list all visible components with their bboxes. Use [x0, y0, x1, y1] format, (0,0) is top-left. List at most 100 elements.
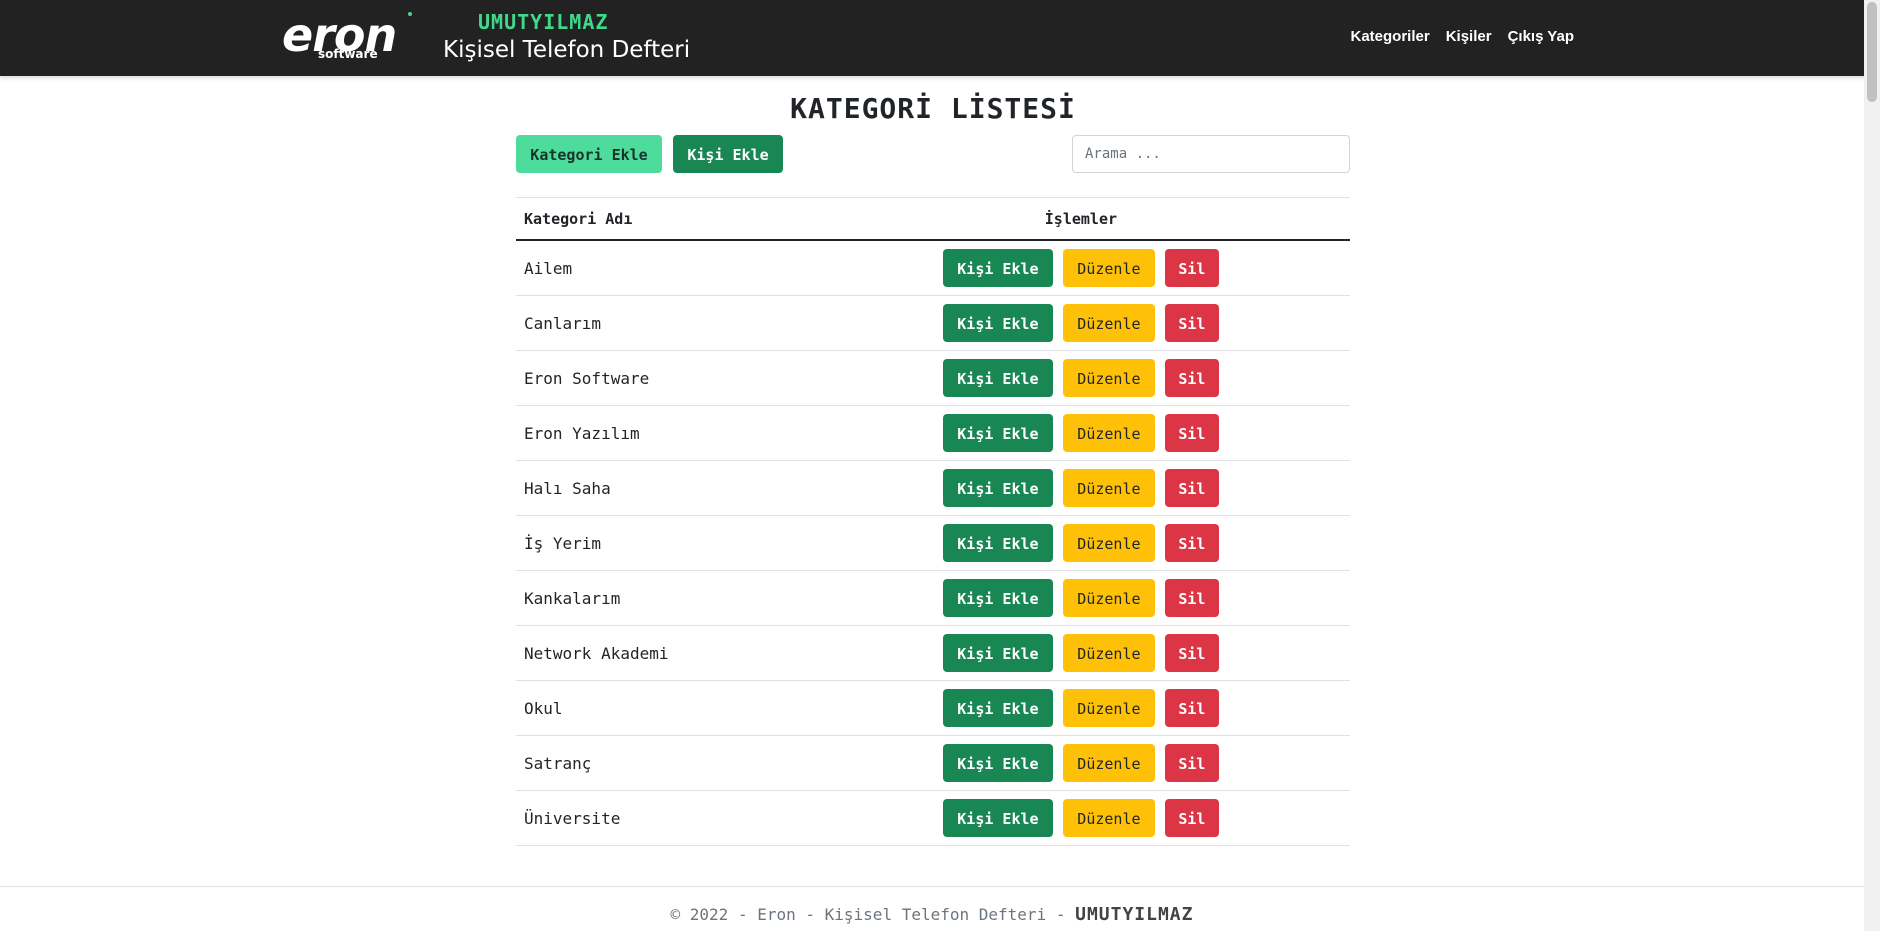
category-name: Ailem: [516, 240, 812, 296]
row-delete-button[interactable]: Sil: [1164, 249, 1219, 287]
row-actions: Kişi Ekle Düzenle Sil: [811, 570, 1350, 626]
row-actions-group: Kişi Ekle Düzenle Sil: [820, 249, 1342, 287]
row-actions-group: Kişi Ekle Düzenle Sil: [820, 799, 1342, 837]
row-edit-button[interactable]: Düzenle: [1062, 414, 1155, 452]
row-delete-button[interactable]: Sil: [1164, 359, 1219, 397]
search-input[interactable]: [1072, 135, 1350, 173]
nav-links: Kategoriler Kişiler Çıkış Yap: [1351, 26, 1575, 48]
app-title: Kişisel Telefon Defteri: [443, 37, 691, 63]
row-delete-button[interactable]: Sil: [1164, 634, 1219, 672]
footer-author: UMUTYILMAZ: [1075, 904, 1194, 925]
row-actions: Kişi Ekle Düzenle Sil: [811, 350, 1350, 406]
row-actions-group: Kişi Ekle Düzenle Sil: [820, 304, 1342, 342]
category-name: Üniversite: [516, 790, 812, 846]
table-row: Kankalarım Kişi Ekle Düzenle Sil: [516, 570, 1350, 626]
row-add-person-button[interactable]: Kişi Ekle: [942, 524, 1053, 562]
footer-copyright: © 2022 - Eron - Kişisel Telefon Defteri …: [670, 905, 1066, 924]
row-edit-button[interactable]: Düzenle: [1062, 304, 1155, 342]
add-person-button[interactable]: Kişi Ekle: [673, 135, 783, 173]
row-edit-button[interactable]: Düzenle: [1062, 359, 1155, 397]
category-name: Okul: [516, 680, 812, 736]
category-name: Satranç: [516, 735, 812, 791]
row-add-person-button[interactable]: Kişi Ekle: [942, 579, 1053, 617]
row-edit-button[interactable]: Düzenle: [1062, 249, 1155, 287]
category-table: Kategori Adı İşlemler Ailem Kişi Ekle Düze…: [516, 197, 1350, 846]
scrollbar-thumb[interactable]: [1867, 2, 1877, 102]
row-add-person-button[interactable]: Kişi Ekle: [942, 249, 1053, 287]
row-actions: Kişi Ekle Düzenle Sil: [811, 790, 1350, 846]
row-edit-button[interactable]: Düzenle: [1062, 579, 1155, 617]
row-delete-button[interactable]: Sil: [1164, 799, 1219, 837]
row-actions: Kişi Ekle Düzenle Sil: [811, 625, 1350, 681]
table-row: Network Akademi Kişi Ekle Düzenle Sil: [516, 625, 1350, 681]
row-actions-group: Kişi Ekle Düzenle Sil: [820, 524, 1342, 562]
footer: © 2022 - Eron - Kişisel Telefon Defteri …: [0, 886, 1864, 932]
row-actions: Kişi Ekle Düzenle Sil: [811, 295, 1350, 351]
row-delete-button[interactable]: Sil: [1164, 469, 1219, 507]
table-row: Eron Software Kişi Ekle Düzenle Sil: [516, 350, 1350, 406]
category-name: Canlarım: [516, 295, 812, 351]
row-edit-button[interactable]: Düzenle: [1062, 689, 1155, 727]
row-add-person-button[interactable]: Kişi Ekle: [942, 469, 1053, 507]
table-row: Ailem Kişi Ekle Düzenle Sil: [516, 240, 1350, 296]
category-name: Network Akademi: [516, 625, 812, 681]
row-add-person-button[interactable]: Kişi Ekle: [942, 414, 1053, 452]
header-category-name: Kategori Adı: [516, 197, 812, 241]
row-delete-button[interactable]: Sil: [1164, 579, 1219, 617]
row-delete-button[interactable]: Sil: [1164, 524, 1219, 562]
table-row: Üniversite Kişi Ekle Düzenle Sil: [516, 790, 1350, 846]
page-title: KATEGORİ LİSTESİ: [790, 92, 1076, 125]
category-name: Eron Yazılım: [516, 405, 812, 461]
row-edit-button[interactable]: Düzenle: [1062, 469, 1155, 507]
row-delete-button[interactable]: Sil: [1164, 414, 1219, 452]
footer-text-line: © 2022 - Eron - Kişisel Telefon Defteri …: [0, 905, 1864, 925]
category-name: Halı Saha: [516, 460, 812, 516]
row-actions-group: Kişi Ekle Düzenle Sil: [820, 414, 1342, 452]
row-add-person-button[interactable]: Kişi Ekle: [942, 689, 1053, 727]
logo-sub: software: [318, 47, 378, 61]
nav-kisiler[interactable]: Kişiler: [1446, 26, 1492, 48]
row-actions-group: Kişi Ekle Düzenle Sil: [820, 744, 1342, 782]
table-row: Okul Kişi Ekle Düzenle Sil: [516, 680, 1350, 736]
category-name: Kankalarım: [516, 570, 812, 626]
table-row: İş Yerim Kişi Ekle Düzenle Sil: [516, 515, 1350, 571]
navbar: eron software UMUTYILMAZ Kişisel Telefon…: [0, 0, 1880, 76]
row-delete-button[interactable]: Sil: [1164, 689, 1219, 727]
category-name: Eron Software: [516, 350, 812, 406]
logo-dot: [408, 12, 412, 16]
row-actions-group: Kişi Ekle Düzenle Sil: [820, 359, 1342, 397]
table-row: Satranç Kişi Ekle Düzenle Sil: [516, 735, 1350, 791]
table-row: Eron Yazılım Kişi Ekle Düzenle Sil: [516, 405, 1350, 461]
row-edit-button[interactable]: Düzenle: [1062, 524, 1155, 562]
category-name: İş Yerim: [516, 515, 812, 571]
table-body: Ailem Kişi Ekle Düzenle Sil Canlarım Kişi Ekl…: [516, 240, 1350, 846]
row-edit-button[interactable]: Düzenle: [1062, 799, 1155, 837]
row-edit-button[interactable]: Düzenle: [1062, 744, 1155, 782]
nav-cikis-yap[interactable]: Çıkış Yap: [1508, 26, 1574, 48]
row-edit-button[interactable]: Düzenle: [1062, 634, 1155, 672]
row-actions-group: Kişi Ekle Düzenle Sil: [820, 689, 1342, 727]
row-add-person-button[interactable]: Kişi Ekle: [942, 304, 1053, 342]
row-actions-group: Kişi Ekle Düzenle Sil: [820, 634, 1342, 672]
page-scrollbar[interactable]: [1864, 0, 1880, 931]
header-operations: İşlemler: [811, 197, 1350, 241]
row-add-person-button[interactable]: Kişi Ekle: [942, 744, 1053, 782]
table-header-row: Kategori Adı İşlemler: [516, 197, 1350, 241]
nav-kategoriler[interactable]: Kategoriler: [1351, 26, 1430, 48]
row-delete-button[interactable]: Sil: [1164, 304, 1219, 342]
row-actions-group: Kişi Ekle Düzenle Sil: [820, 579, 1342, 617]
add-category-button[interactable]: Kategori Ekle: [516, 135, 662, 173]
table-row: Canlarım Kişi Ekle Düzenle Sil: [516, 295, 1350, 351]
author-name: UMUTYILMAZ: [478, 10, 609, 34]
row-actions-group: Kişi Ekle Düzenle Sil: [820, 469, 1342, 507]
row-actions: Kişi Ekle Düzenle Sil: [811, 515, 1350, 571]
row-add-person-button[interactable]: Kişi Ekle: [942, 359, 1053, 397]
table-row: Halı Saha Kişi Ekle Düzenle Sil: [516, 460, 1350, 516]
row-actions: Kişi Ekle Düzenle Sil: [811, 680, 1350, 736]
row-add-person-button[interactable]: Kişi Ekle: [942, 799, 1053, 837]
row-delete-button[interactable]: Sil: [1164, 744, 1219, 782]
row-add-person-button[interactable]: Kişi Ekle: [942, 634, 1053, 672]
eron-logo[interactable]: eron software: [282, 10, 412, 66]
row-actions: Kişi Ekle Düzenle Sil: [811, 405, 1350, 461]
row-actions: Kişi Ekle Düzenle Sil: [811, 735, 1350, 791]
